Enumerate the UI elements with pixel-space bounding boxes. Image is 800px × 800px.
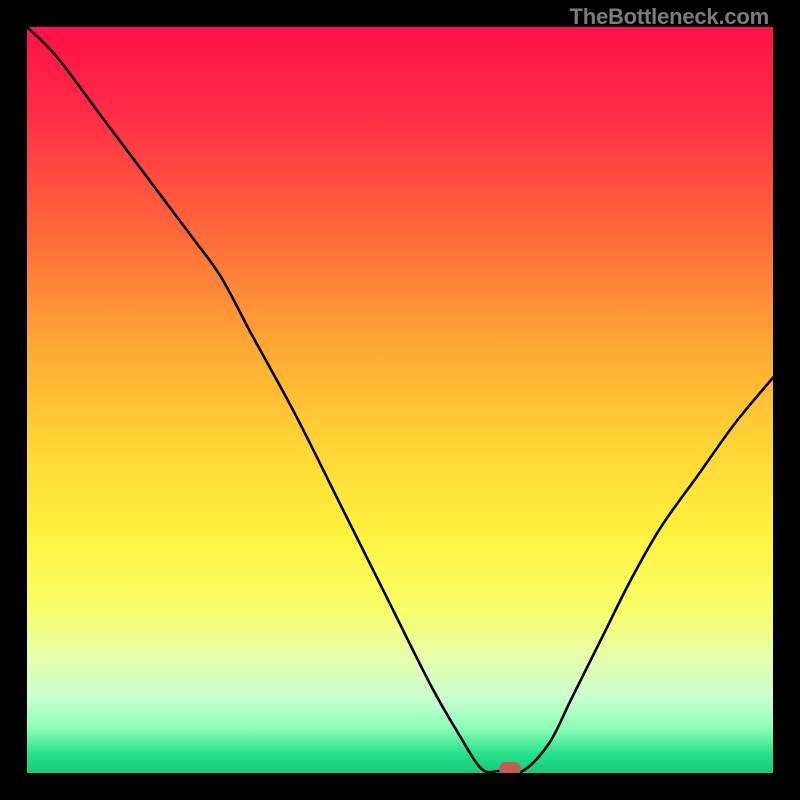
bottleneck-curve [27,27,773,773]
optimal-point-marker [499,762,521,773]
plot-area [27,27,773,773]
watermark-text: TheBottleneck.com [569,4,769,30]
chart-frame: TheBottleneck.com [0,0,800,800]
